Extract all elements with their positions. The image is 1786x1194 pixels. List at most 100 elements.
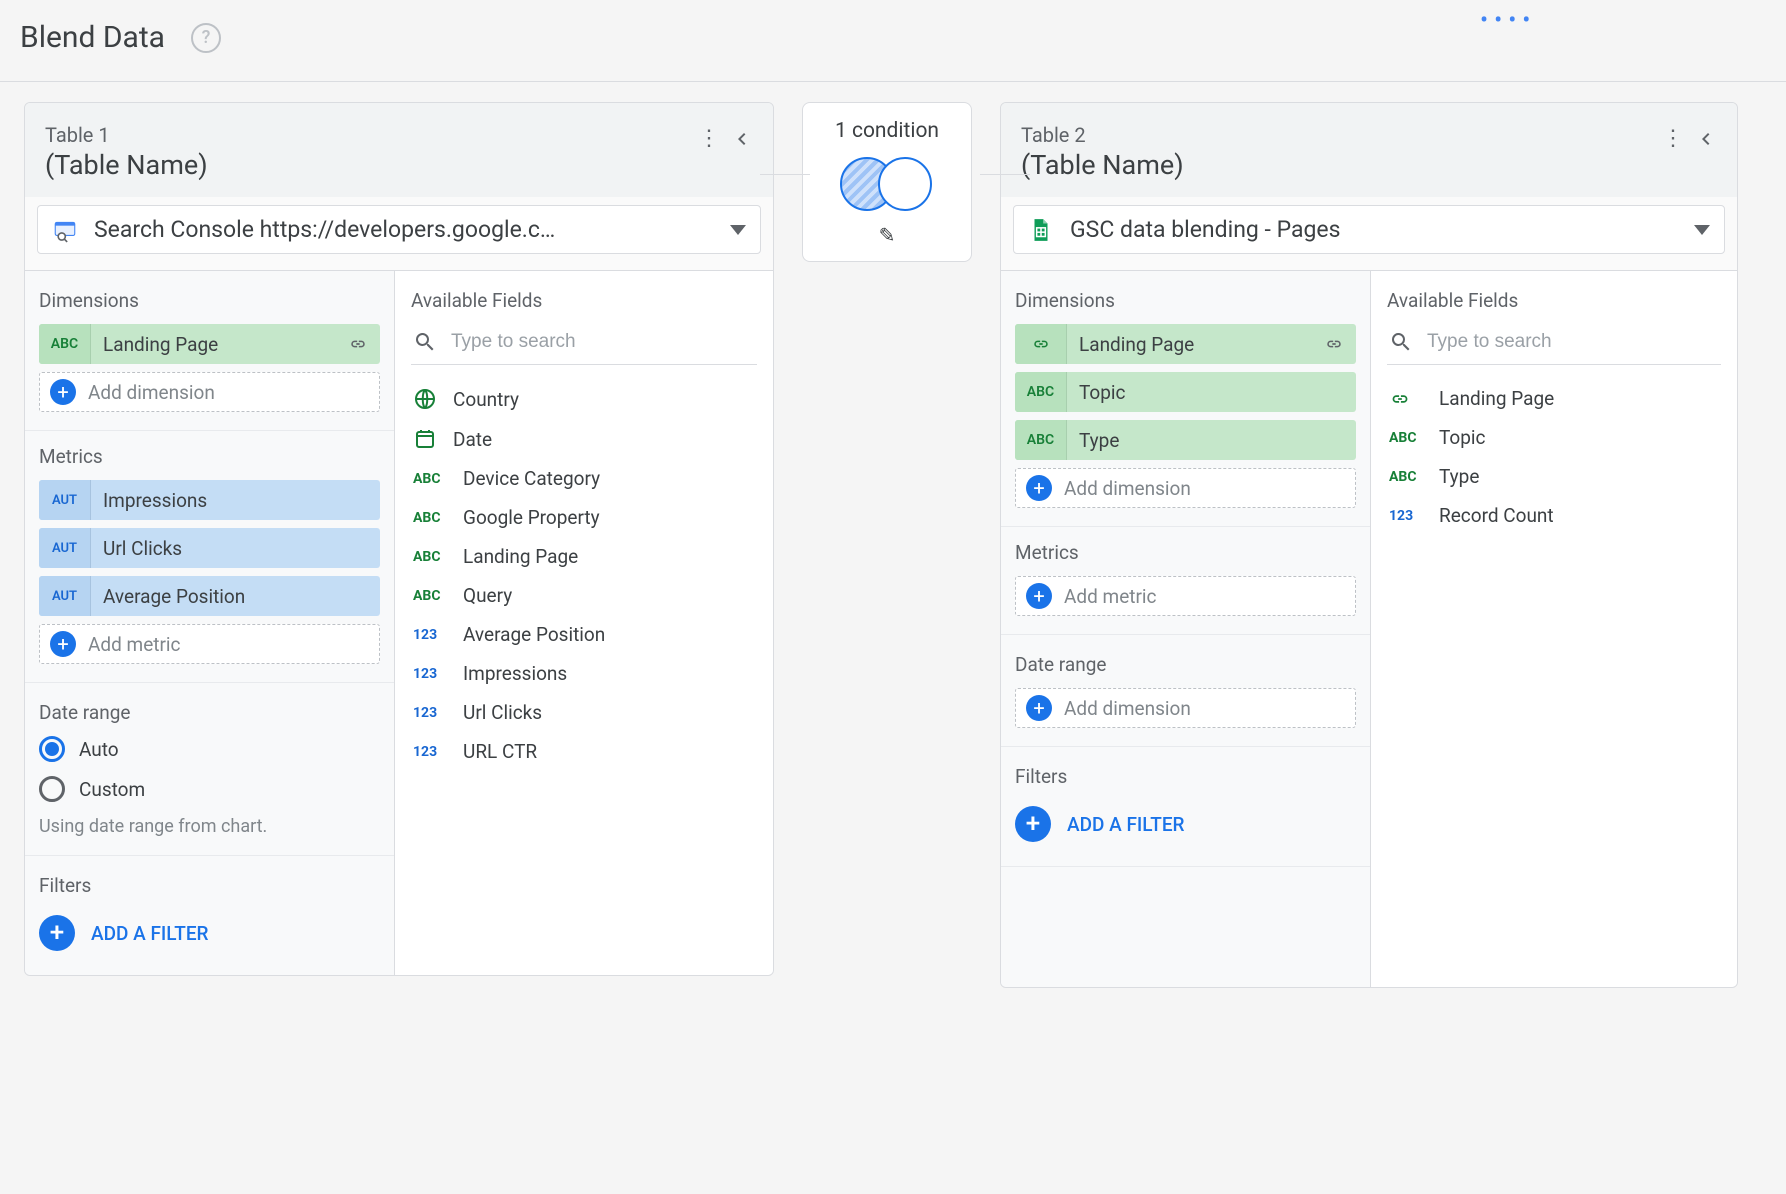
- add-daterange-dimension-button[interactable]: + Add dimension: [1015, 688, 1356, 728]
- table2-header: Table 2 (Table Name) ⋮: [1001, 103, 1737, 197]
- available-field[interactable]: ABC Query: [411, 576, 757, 615]
- dimension-chip[interactable]: ABC Topic: [1015, 372, 1356, 412]
- table1-more-menu[interactable]: ⋮: [693, 123, 725, 155]
- type-abc-icon: ABC: [1389, 469, 1423, 485]
- field-label: Topic: [1439, 426, 1486, 449]
- link-icon: [348, 334, 380, 354]
- field-label: Average Position: [463, 623, 605, 646]
- available-fields-heading: Available Fields: [411, 289, 757, 312]
- table2-dimensions-section: Dimensions Landing Page ABC: [1001, 271, 1370, 527]
- google-sheets-icon: [1028, 217, 1054, 243]
- field-label: Date: [453, 428, 492, 451]
- add-daterange-dimension-label: Add dimension: [1064, 697, 1191, 720]
- add-filter-button[interactable]: + ADD A FILTER: [39, 909, 380, 957]
- plus-icon: +: [1026, 583, 1052, 609]
- daterange-auto-radio[interactable]: Auto: [39, 736, 380, 762]
- plus-icon: +: [1026, 695, 1052, 721]
- metric-chip[interactable]: AUT Average Position: [39, 576, 380, 616]
- dimension-label: Topic: [1067, 381, 1356, 404]
- table1-collapse-button[interactable]: [725, 123, 757, 155]
- dimension-chip[interactable]: Landing Page: [1015, 324, 1356, 364]
- table1-dimensions-section: Dimensions ABC Landing Page + Add dimens…: [25, 271, 394, 431]
- search-input[interactable]: [1427, 331, 1719, 353]
- available-field[interactable]: Landing Page: [1387, 379, 1721, 418]
- available-field[interactable]: Country: [411, 379, 757, 419]
- edit-icon: ✎: [879, 223, 896, 247]
- plus-icon: +: [39, 915, 75, 951]
- metric-label: Impressions: [91, 489, 380, 512]
- available-field[interactable]: ABCTopic: [1387, 418, 1721, 457]
- add-dimension-button[interactable]: + Add dimension: [39, 372, 380, 412]
- table2-collapse-button[interactable]: [1689, 123, 1721, 155]
- daterange-heading: Date range: [39, 701, 380, 724]
- available-field[interactable]: 123 Record Count: [1387, 496, 1721, 535]
- available-fields-search[interactable]: [1387, 326, 1721, 365]
- chevron-down-icon: [730, 225, 746, 235]
- chevron-left-icon: [729, 127, 753, 151]
- type-badge-abc: ABC: [1015, 372, 1067, 412]
- join-condition-button[interactable]: 1 condition ✎: [802, 102, 972, 262]
- metrics-heading: Metrics: [39, 445, 380, 468]
- search-icon: [413, 330, 437, 354]
- page-title: Blend Data: [20, 20, 165, 55]
- available-field[interactable]: 123URL CTR: [411, 732, 757, 771]
- type-num-icon: 123: [413, 744, 447, 760]
- add-metric-label: Add metric: [1064, 585, 1157, 608]
- field-label: Country: [453, 388, 519, 411]
- field-label: Type: [1439, 465, 1479, 488]
- table2-source-select[interactable]: GSC data blending - Pages: [1013, 205, 1725, 254]
- table1-source-select[interactable]: Search Console https://developers.google…: [37, 205, 761, 254]
- plus-icon: +: [1015, 806, 1051, 842]
- metric-chip[interactable]: AUT Url Clicks: [39, 528, 380, 568]
- available-field[interactable]: ABCGoogle Property: [411, 498, 757, 537]
- daterange-custom-label: Custom: [79, 778, 145, 801]
- add-metric-button[interactable]: + Add metric: [39, 624, 380, 664]
- available-field[interactable]: ABC Type: [1387, 457, 1721, 496]
- field-label: Record Count: [1439, 504, 1554, 527]
- available-fields-heading: Available Fields: [1387, 289, 1721, 312]
- type-num-icon: 123: [1389, 508, 1423, 524]
- search-input[interactable]: [451, 331, 755, 353]
- type-badge-aut: AUT: [39, 528, 91, 568]
- plus-icon: +: [1026, 475, 1052, 501]
- table-panel-2: Table 2 (Table Name) ⋮ GSC data blending…: [1000, 102, 1738, 988]
- calendar-icon: [413, 427, 437, 451]
- plus-icon: +: [50, 379, 76, 405]
- available-fields-search[interactable]: [411, 326, 757, 365]
- help-icon[interactable]: ?: [191, 23, 221, 53]
- add-dimension-button[interactable]: + Add dimension: [1015, 468, 1356, 508]
- available-field[interactable]: 123Url Clicks: [411, 693, 757, 732]
- table1-filters-section: Filters + ADD A FILTER: [25, 856, 394, 975]
- join-condition-label: 1 condition: [835, 119, 939, 143]
- metric-label: Average Position: [91, 585, 380, 608]
- dimension-chip[interactable]: ABC Type: [1015, 420, 1356, 460]
- table1-metrics-section: Metrics AUT Impressions AUT Url Clicks A…: [25, 431, 394, 683]
- available-field[interactable]: 123Average Position: [411, 615, 757, 654]
- type-abc-icon: ABC: [413, 588, 447, 604]
- daterange-hint: Using date range from chart.: [39, 816, 380, 837]
- type-badge-aut: AUT: [39, 576, 91, 616]
- type-num-icon: 123: [413, 705, 447, 721]
- table2-metrics-section: Metrics + Add metric: [1001, 527, 1370, 635]
- metric-chip[interactable]: AUT Impressions: [39, 480, 380, 520]
- add-filter-button[interactable]: + ADD A FILTER: [1015, 800, 1356, 848]
- radio-unselected-icon: [39, 776, 65, 802]
- dimension-chip[interactable]: ABC Landing Page: [39, 324, 380, 364]
- add-filter-label: ADD A FILTER: [1067, 813, 1185, 836]
- available-field[interactable]: ABCDevice Category: [411, 459, 757, 498]
- available-field[interactable]: ABCLanding Page: [411, 537, 757, 576]
- available-field[interactable]: Date: [411, 419, 757, 459]
- daterange-custom-radio[interactable]: Custom: [39, 776, 380, 802]
- dimension-label: Landing Page: [91, 333, 348, 356]
- add-metric-label: Add metric: [88, 633, 181, 656]
- search-console-icon: [52, 217, 78, 243]
- field-label: Google Property: [463, 506, 600, 529]
- type-abc-icon: ABC: [413, 471, 447, 487]
- table2-name[interactable]: (Table Name): [1021, 149, 1657, 181]
- table2-more-menu[interactable]: ⋮: [1657, 123, 1689, 155]
- metric-label: Url Clicks: [91, 537, 380, 560]
- table1-name[interactable]: (Table Name): [45, 149, 693, 181]
- available-field[interactable]: 123Impressions: [411, 654, 757, 693]
- field-label: Query: [463, 584, 512, 607]
- add-metric-button[interactable]: + Add metric: [1015, 576, 1356, 616]
